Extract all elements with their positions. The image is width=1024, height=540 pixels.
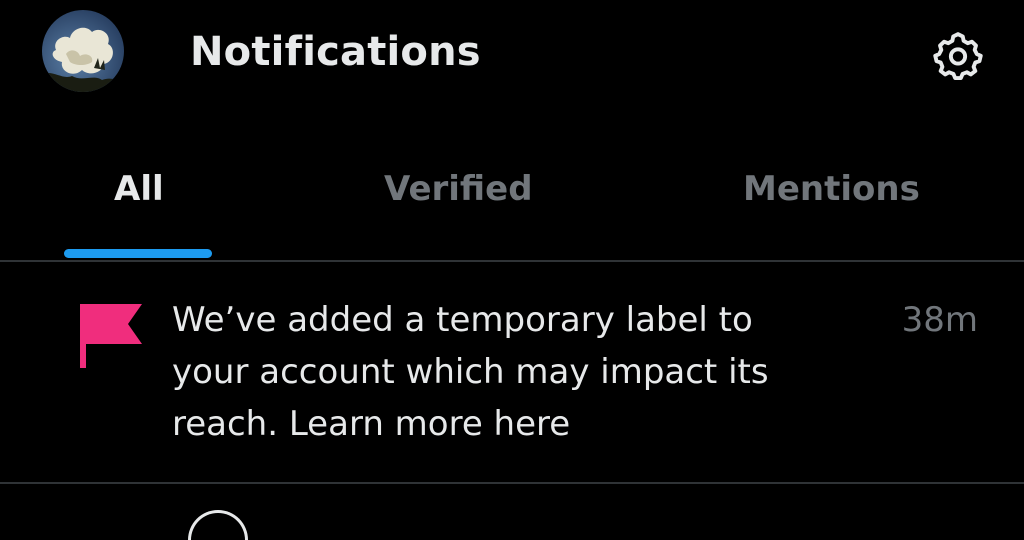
page-title: Notifications [190,29,481,75]
notification-timestamp: 38m [901,300,978,340]
top-bar: Notifications [0,0,1024,110]
tab-all[interactable]: All [114,166,164,212]
gear-icon[interactable] [932,30,984,82]
tab-mentions[interactable]: Mentions [743,166,920,212]
next-notification-icon [188,510,248,540]
tabs-divider [0,260,1024,262]
notification-item[interactable]: We’ve added a temporary label to your ac… [0,264,1024,482]
notification-divider [0,482,1024,484]
flag-icon [78,296,144,370]
tab-bar: All Verified Mentions [0,150,1024,262]
tab-verified[interactable]: Verified [384,166,533,212]
profile-avatar[interactable] [42,10,124,92]
avatar-image [42,10,124,92]
active-tab-indicator [64,249,212,258]
notification-text[interactable]: We’ve added a temporary label to your ac… [172,294,832,450]
